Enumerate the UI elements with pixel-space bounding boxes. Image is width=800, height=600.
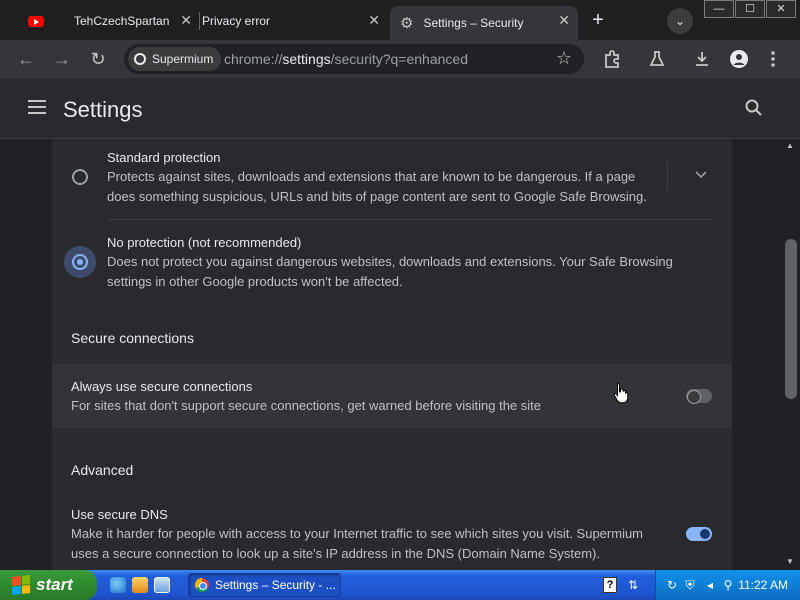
address-bar[interactable]: Supermium chrome://settings/security?q=e… — [124, 44, 584, 74]
scrollbar[interactable]: ▲ ▼ — [782, 139, 800, 570]
start-button[interactable]: start — [0, 570, 97, 600]
settings-header: Settings — [0, 78, 800, 139]
divider — [667, 161, 668, 191]
supermium-icon — [134, 53, 146, 65]
help-icon[interactable]: ? — [603, 577, 617, 593]
back-button[interactable]: ← — [14, 47, 38, 71]
scroll-up-icon[interactable]: ▲ — [786, 141, 794, 150]
settings-content: Standard protection Protects against sit… — [0, 139, 782, 570]
tab-close-icon[interactable]: ✕ — [180, 13, 192, 27]
radio-selected-indicator — [72, 254, 88, 270]
start-label: start — [36, 575, 73, 594]
secure-connections-heading: Secure connections — [71, 330, 194, 346]
divider — [107, 219, 712, 220]
new-tab-button[interactable]: + — [585, 7, 611, 33]
no-protection-radio[interactable] — [64, 246, 96, 278]
tab-settings-security[interactable]: ⚙ Settings – Security ✕ — [390, 6, 578, 40]
tab-search-button[interactable]: ⌄ — [667, 8, 693, 34]
secure-dns-description: Make it harder for people with access to… — [71, 526, 644, 561]
minimize-button[interactable]: — — [704, 0, 734, 18]
youtube-icon — [28, 15, 44, 27]
url-path: /security?q=enhanced — [330, 51, 468, 67]
scroll-thumb[interactable] — [785, 239, 797, 399]
site-chip-label: Supermium — [152, 52, 214, 66]
bookmark-star-icon[interactable]: ☆ — [556, 48, 572, 69]
site-chip[interactable]: Supermium — [128, 47, 222, 71]
page-title: Settings — [63, 97, 143, 122]
always-secure-row[interactable]: Always use secure connections For sites … — [52, 364, 732, 428]
always-secure-title: Always use secure connections — [71, 379, 253, 394]
shield-icon[interactable]: ⛨ — [682, 577, 698, 593]
hamburger-menu-icon[interactable] — [28, 100, 46, 114]
reload-button[interactable]: ↻ — [86, 47, 110, 71]
hand-cursor-icon — [613, 383, 629, 404]
forward-button[interactable]: → — [50, 47, 74, 71]
advanced-heading: Advanced — [71, 462, 134, 478]
profile-icon[interactable] — [729, 49, 749, 69]
volume-icon[interactable]: ◂ — [702, 577, 718, 593]
tab-title: TehCzechSpartan — [74, 14, 170, 28]
url-scheme: chrome:// — [224, 51, 283, 67]
tab-youtube[interactable]: TehCzechSpartan ✕ — [20, 6, 200, 36]
menu-icon[interactable] — [770, 50, 776, 68]
secure-dns-title: Use secure DNS — [71, 507, 168, 522]
taskbar: start Settings – Security - ... ? ⇅ ↻ ⛨ … — [0, 570, 800, 600]
secure-dns-toggle[interactable] — [686, 527, 712, 541]
chevron-down-icon[interactable] — [695, 171, 707, 179]
extensions-icon[interactable] — [603, 50, 621, 68]
clock: 11:22 AM — [738, 578, 788, 592]
standard-protection-description: Protects against sites, downloads and ex… — [107, 169, 647, 204]
browser-toolbar: ← → ↻ Supermium chrome://settings/securi… — [0, 40, 800, 78]
always-secure-description: For sites that don't support secure conn… — [71, 398, 542, 413]
tab-strip: TehCzechSpartan ✕ Privacy error ✕ ⚙ Sett… — [0, 0, 800, 40]
no-protection-description: Does not protect you against dangerous w… — [107, 254, 673, 289]
search-tray-icon[interactable]: ⚲ — [720, 577, 736, 593]
refresh-icon[interactable]: ↻ — [664, 577, 680, 593]
system-tray: ↻ ⛨ ◂ ⚲ 11:22 AM — [655, 570, 800, 600]
window-controls: — ☐ ✕ — [703, 0, 796, 18]
tab-privacy-error[interactable]: Privacy error ✕ — [200, 6, 388, 36]
taskbar-settings-window[interactable]: Settings – Security - ... — [188, 573, 341, 597]
standard-protection-radio[interactable] — [72, 169, 88, 185]
tab-title: Privacy error — [202, 14, 271, 28]
tab-close-icon[interactable]: ✕ — [368, 13, 380, 27]
internet-explorer-icon[interactable] — [110, 577, 126, 593]
no-protection-title: No protection (not recommended) — [107, 235, 302, 250]
taskbar-window-label: Settings – Security - ... — [215, 578, 336, 592]
always-secure-toggle[interactable] — [686, 389, 712, 404]
download-icon[interactable] — [693, 50, 711, 68]
windows-logo-icon — [12, 575, 30, 595]
gear-icon: ⚙ — [400, 15, 414, 32]
security-card: Standard protection Protects against sit… — [52, 139, 732, 570]
show-desktop-icon[interactable] — [154, 577, 170, 593]
url-host: settings — [282, 51, 331, 67]
tab-close-icon[interactable]: ✕ — [558, 13, 570, 27]
labs-icon[interactable] — [648, 50, 666, 68]
network-icon[interactable]: ⇅ — [625, 577, 641, 593]
browser-icon — [195, 578, 209, 592]
standard-protection-title: Standard protection — [107, 150, 221, 165]
tab-title: Settings – Security — [423, 16, 524, 30]
maximize-button[interactable]: ☐ — [735, 0, 765, 18]
url-text[interactable]: chrome://settings/security?q=enhanced — [224, 51, 468, 67]
search-icon[interactable] — [744, 98, 764, 118]
scroll-down-icon[interactable]: ▼ — [786, 557, 794, 566]
close-window-button[interactable]: ✕ — [766, 0, 796, 18]
media-icon[interactable] — [132, 577, 148, 593]
screen: TehCzechSpartan ✕ Privacy error ✕ ⚙ Sett… — [0, 0, 800, 600]
